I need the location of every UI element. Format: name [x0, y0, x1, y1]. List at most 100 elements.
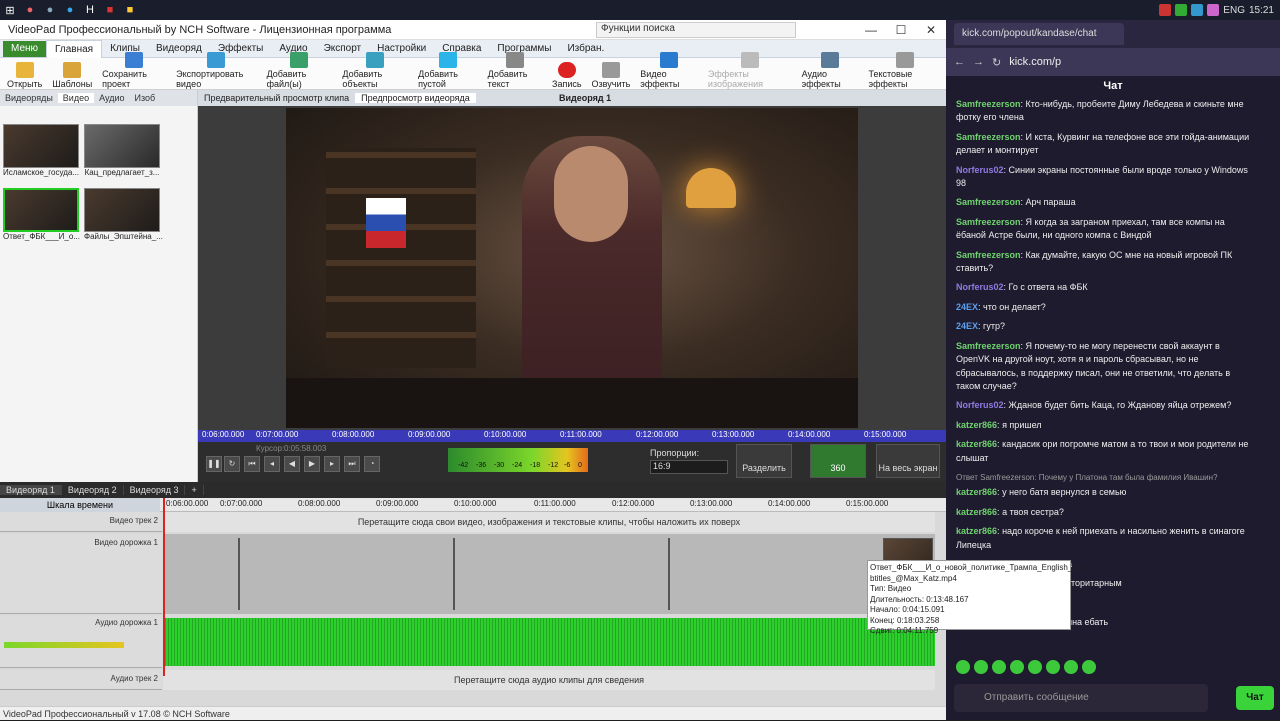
address-bar[interactable]: ← → ↻ kick.com/p	[946, 48, 1280, 76]
video-frame[interactable]	[286, 108, 858, 428]
audio-waveform[interactable]	[163, 618, 935, 666]
add-objects-button[interactable]: Добавить объекты	[337, 52, 413, 89]
open-button[interactable]: Открыть	[2, 62, 47, 89]
preview-ruler[interactable]: 0:06:00.000 0:07:00.000 0:08:00.000 0:09…	[198, 430, 946, 442]
chat-username[interactable]: Samfreezerson	[956, 99, 1021, 109]
add-sequence-button[interactable]: +	[185, 485, 204, 495]
menu-button[interactable]: Меню	[3, 40, 47, 57]
play-icon[interactable]: ▶	[304, 456, 320, 472]
chat-username[interactable]: katzer866	[956, 507, 997, 517]
tab-sequence-preview[interactable]: Предпросмотр видеоряда	[355, 93, 476, 103]
vr-360-button[interactable]: 360	[810, 444, 866, 478]
send-chat-button[interactable]: Чат	[1236, 686, 1274, 710]
tray-icon[interactable]	[1191, 4, 1204, 16]
chat-username[interactable]: 24EX	[956, 302, 978, 312]
text-effects-button[interactable]: Текстовые эффекты	[863, 52, 946, 89]
image-effects-button[interactable]: Эффекты изображения	[703, 52, 797, 89]
clip-thumbnail[interactable]: Кац_предлагает_з...	[84, 124, 160, 177]
audio-track-1-header[interactable]: Аудио дорожка 1	[0, 616, 162, 668]
to-end-icon[interactable]: ⏭	[344, 456, 360, 472]
tab-sequences[interactable]: Видеоряды	[0, 93, 58, 103]
narrate-button[interactable]: Озвучить	[587, 62, 636, 89]
reload-icon[interactable]: ↻	[992, 56, 1001, 69]
add-files-button[interactable]: Добавить файл(ы)	[262, 52, 338, 89]
chat-username[interactable]: Samfreezerson	[956, 217, 1021, 227]
video-clip[interactable]	[668, 538, 670, 610]
search-input[interactable]: Функции поиска	[596, 21, 796, 38]
previous-frame-icon[interactable]: ◂	[264, 456, 280, 472]
chat-input[interactable]: Отправить сообщение	[954, 684, 1208, 712]
timeline-ruler[interactable]: Шкала времени 0:06:00.000 0:07:00.000 0:…	[0, 498, 946, 512]
chat-username[interactable]: katzer866	[956, 526, 997, 536]
emote-icon[interactable]	[956, 660, 970, 674]
clip-thumbnail[interactable]: Ответ_ФБК___И_о...	[3, 188, 80, 241]
browser-tab[interactable]: kick.com/popout/kandase/chat	[954, 23, 1124, 45]
chat-username[interactable]: Norferus02	[956, 165, 1004, 175]
fullscreen-button[interactable]: На весь экран	[876, 444, 940, 478]
video-track-1-header[interactable]: Видео дорожка 1	[0, 534, 162, 614]
clip-thumbnail[interactable]: Исламское_госуда...	[3, 124, 79, 177]
tab-clip-preview[interactable]: Предварительный просмотр клипа	[198, 93, 355, 103]
video-clip[interactable]	[238, 538, 240, 610]
video-effects-button[interactable]: Видео эффекты	[635, 52, 703, 89]
firefox-icon[interactable]: ●	[20, 1, 40, 19]
next-frame-icon[interactable]: ▸	[324, 456, 340, 472]
chat-username[interactable]: Norferus02	[956, 282, 1004, 292]
video-clip[interactable]	[453, 538, 455, 610]
emote-icon[interactable]	[1082, 660, 1096, 674]
video-track-1[interactable]	[163, 534, 935, 614]
folder-icon[interactable]: ■	[120, 1, 140, 19]
speed-icon[interactable]: ◔	[364, 456, 380, 472]
split-button[interactable]: Разделить	[736, 444, 792, 478]
add-text-button[interactable]: Добавить текст	[483, 52, 547, 89]
audio-drop-zone[interactable]: Перетащите сюда аудио клипы для сведения	[163, 670, 935, 690]
to-start-icon[interactable]: ⏮	[244, 456, 260, 472]
pause-icon[interactable]: ❚❚	[206, 456, 222, 472]
telegram-icon[interactable]: ●	[60, 1, 80, 19]
chat-username[interactable]: katzer866	[956, 420, 997, 430]
chat-username[interactable]: Samfreezerson	[956, 341, 1021, 351]
tab-sequence-2[interactable]: Видеоряд 2	[62, 485, 124, 495]
chat-username[interactable]: Samfreezerson	[956, 132, 1021, 142]
back-icon[interactable]: ←	[954, 56, 965, 68]
loop-icon[interactable]: ↻	[224, 456, 240, 472]
video-track-2-header[interactable]: Видео трек 2	[0, 512, 162, 532]
minimize-icon[interactable]: —	[856, 23, 886, 37]
overlay-drop-zone[interactable]: Перетащите сюда свои видео, изображения …	[163, 512, 935, 532]
close-icon[interactable]: ✕	[916, 23, 946, 37]
chat-username[interactable]: katzer866	[956, 487, 997, 497]
windows-start-icon[interactable]: ⊞	[0, 1, 20, 19]
language-indicator[interactable]: ENG	[1223, 5, 1245, 16]
add-blank-button[interactable]: Добавить пустой	[413, 52, 483, 89]
chat-username[interactable]: Norferus02	[956, 400, 1004, 410]
tab-sequence-3[interactable]: Видеоряд 3	[124, 485, 186, 495]
emote-icon[interactable]	[1028, 660, 1042, 674]
emote-icon[interactable]	[1064, 660, 1078, 674]
audio-track-2-header[interactable]: Аудио трек 2	[0, 670, 162, 690]
chat-username[interactable]: katzer866	[956, 439, 997, 449]
forward-icon[interactable]: →	[973, 56, 984, 68]
tab-images[interactable]: Изоб	[129, 93, 160, 103]
tray-icon[interactable]	[1207, 4, 1220, 16]
emote-icon[interactable]	[974, 660, 988, 674]
clip-thumbnail[interactable]: Файлы_Эпштейна_...	[84, 188, 163, 241]
chat-username[interactable]: 24EX	[956, 321, 978, 331]
tab-audio-bin[interactable]: Аудио	[94, 93, 129, 103]
tab-sequence-1[interactable]: Видеоряд 1	[0, 485, 62, 495]
audio-effects-button[interactable]: Аудио эффекты	[797, 52, 864, 89]
playhead[interactable]	[163, 498, 165, 676]
export-video-button[interactable]: Экспортировать видео	[171, 52, 261, 89]
tab-home[interactable]: Главная	[46, 39, 103, 58]
tray-icon[interactable]	[1159, 4, 1172, 16]
record-button[interactable]: Запись	[547, 62, 587, 89]
emote-icon[interactable]	[1010, 660, 1024, 674]
url-text[interactable]: kick.com/p	[1009, 56, 1061, 68]
chat-username[interactable]: Samfreezerson	[956, 197, 1021, 207]
app-h-icon[interactable]: H	[80, 1, 100, 19]
clock[interactable]: 15:21	[1249, 5, 1274, 16]
emote-icon[interactable]	[992, 660, 1006, 674]
tray-icon[interactable]	[1175, 4, 1188, 16]
tab-video[interactable]: Видео	[57, 93, 95, 103]
chat-username[interactable]: Samfreezerson	[956, 250, 1021, 260]
steam-icon[interactable]: ●	[40, 1, 60, 19]
